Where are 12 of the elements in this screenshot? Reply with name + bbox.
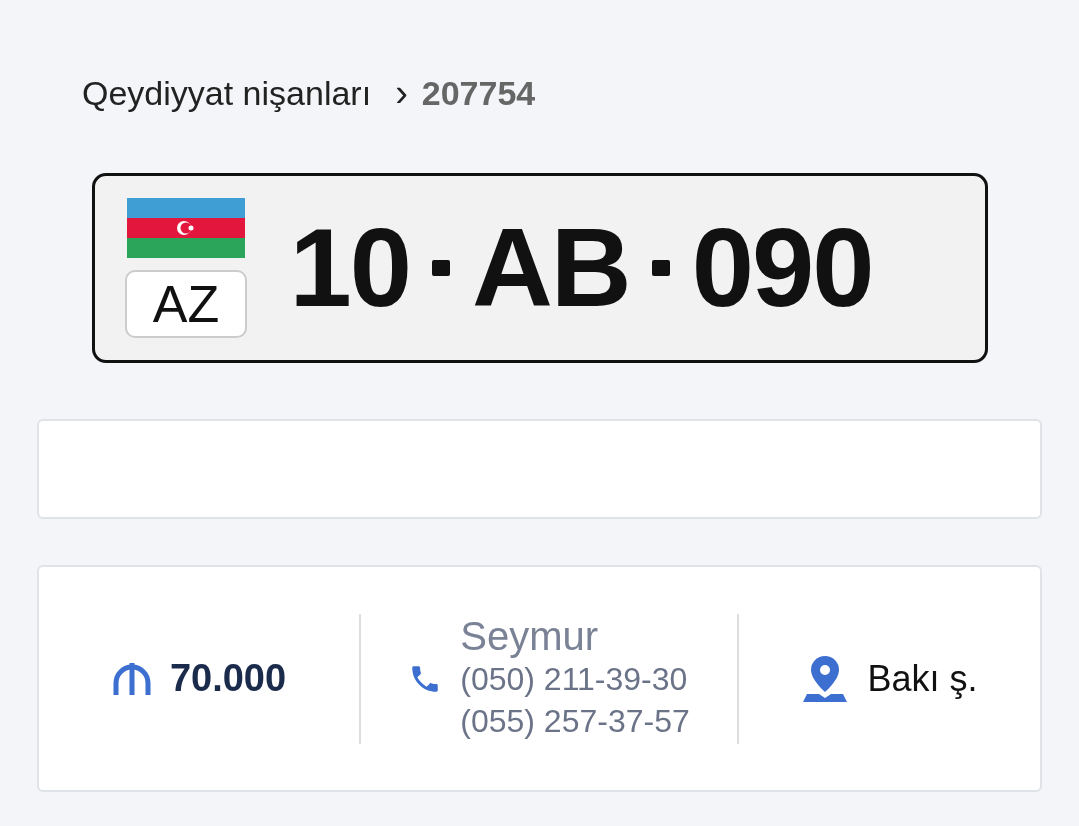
breadcrumb-link[interactable]: Qeydiyyat nişanları [82, 74, 372, 113]
plate-number: 090 [691, 212, 873, 324]
price: 70.000 [169, 657, 287, 700]
plate-number: AB [471, 212, 630, 324]
seller-name: Seymur [460, 614, 600, 660]
phone-number[interactable]: (055) 257-37-57 [460, 701, 690, 743]
location: Bakı ş. [867, 657, 978, 700]
breadcrumb-separator: › [395, 72, 408, 115]
plate-number: 10 [289, 212, 410, 324]
phone-number[interactable]: (050) 211-39-30 [460, 659, 690, 701]
country-code: AZ [125, 270, 247, 338]
listing-id: 207754 [421, 74, 536, 113]
